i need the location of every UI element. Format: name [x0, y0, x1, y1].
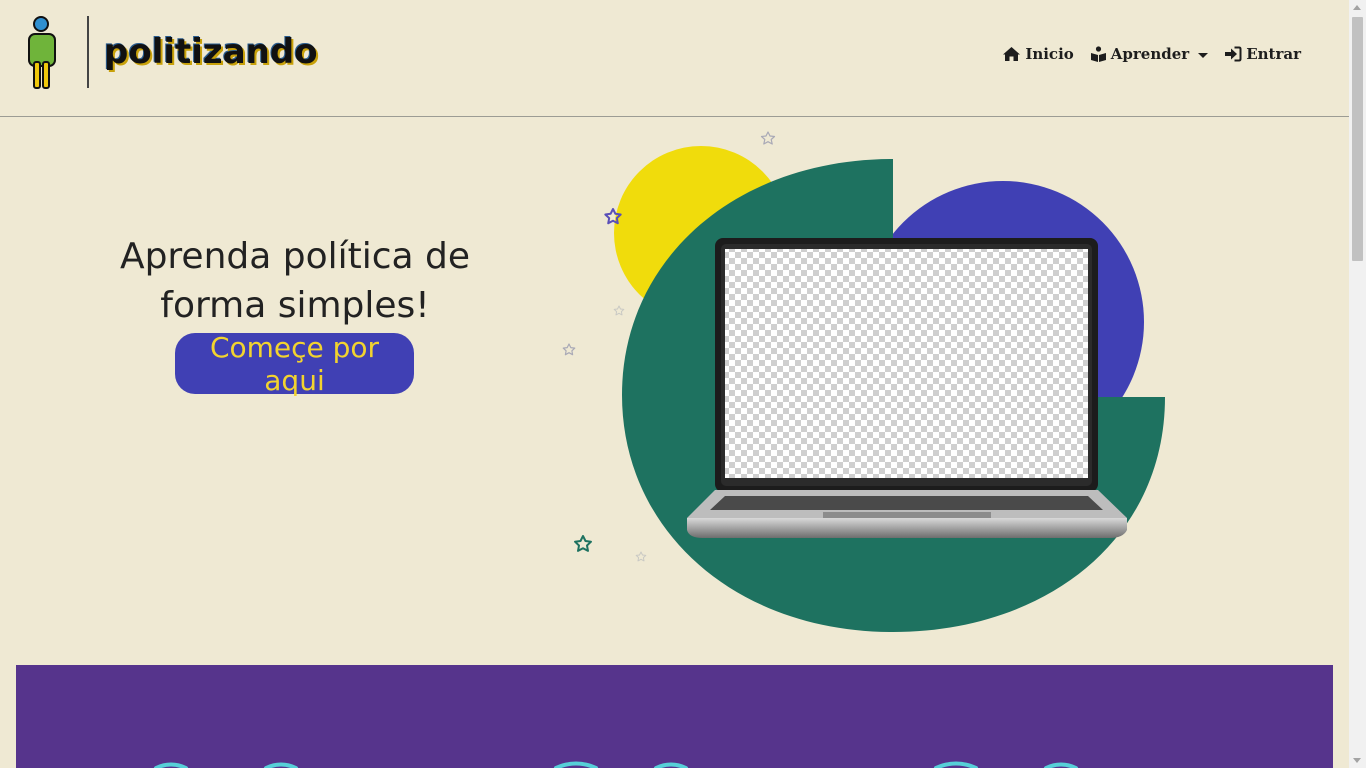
sign-in-icon [1225, 46, 1242, 62]
star-icon [635, 551, 647, 562]
laptop-image [687, 238, 1127, 538]
chevron-down-icon [1198, 52, 1209, 58]
nav-item-inicio[interactable]: Inicio [1002, 45, 1074, 63]
brand-wordmark: politizando [104, 32, 318, 72]
scrollbar-thumb[interactable] [1352, 17, 1363, 261]
scroll-down-arrow-icon[interactable] [1353, 758, 1361, 763]
site-header: politizando Inicio Aprender Entrar [0, 0, 1349, 117]
star-icon [562, 343, 576, 356]
hero-illustration [562, 131, 1165, 632]
star-icon [574, 535, 592, 552]
home-icon [1003, 47, 1021, 61]
page-scrollbar[interactable] [1349, 0, 1366, 768]
start-here-button[interactable]: Começe por aqui [175, 331, 414, 397]
nav-item-aprender[interactable]: Aprender [1090, 45, 1209, 63]
brand-logo[interactable]: politizando [24, 14, 318, 94]
scroll-up-arrow-icon[interactable] [1353, 5, 1361, 10]
logo-divider [87, 16, 89, 88]
star-icon [760, 131, 776, 145]
nav-item-entrar[interactable]: Entrar [1224, 45, 1301, 63]
nav-label-inicio: Inicio [1025, 45, 1074, 63]
hero-title: Aprenda política de forma simples! [119, 236, 471, 326]
feature-icons-row [154, 761, 1078, 768]
star-icon [613, 305, 625, 316]
book-reader-icon [1090, 46, 1106, 62]
person-logo-icon [28, 16, 56, 89]
main-nav: Inicio Aprender Entrar [1002, 45, 1301, 63]
nav-label-entrar: Entrar [1246, 45, 1301, 63]
nav-label-aprender: Aprender [1110, 45, 1190, 63]
features-section [16, 665, 1333, 768]
